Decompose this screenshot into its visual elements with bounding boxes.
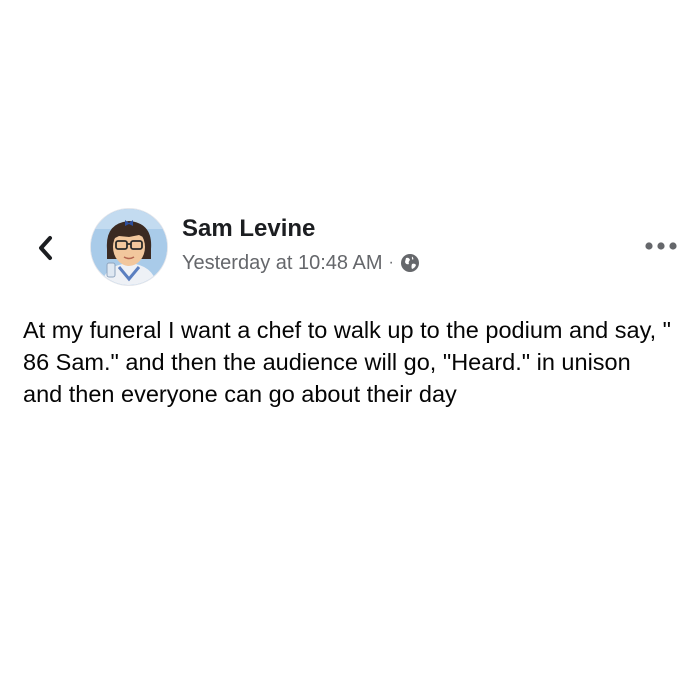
post-timestamp[interactable]: Yesterday at 10:48 AM — [182, 250, 383, 276]
more-options-button[interactable] — [643, 236, 679, 256]
globe-icon[interactable] — [400, 253, 420, 273]
chevron-left-icon — [39, 236, 52, 260]
more-options-icon — [645, 242, 677, 250]
post-meta: Yesterday at 10:48 AM · — [182, 250, 420, 276]
author-name[interactable]: Sam Levine — [182, 214, 315, 244]
post-card: Sam Levine Yesterday at 10:48 AM · At my… — [0, 200, 700, 470]
avatar-image — [91, 209, 167, 285]
avatar[interactable] — [90, 208, 168, 286]
post-text: At my funeral I want a chef to walk up t… — [23, 317, 671, 407]
meta-separator: · — [388, 254, 394, 271]
back-button[interactable] — [30, 230, 60, 266]
